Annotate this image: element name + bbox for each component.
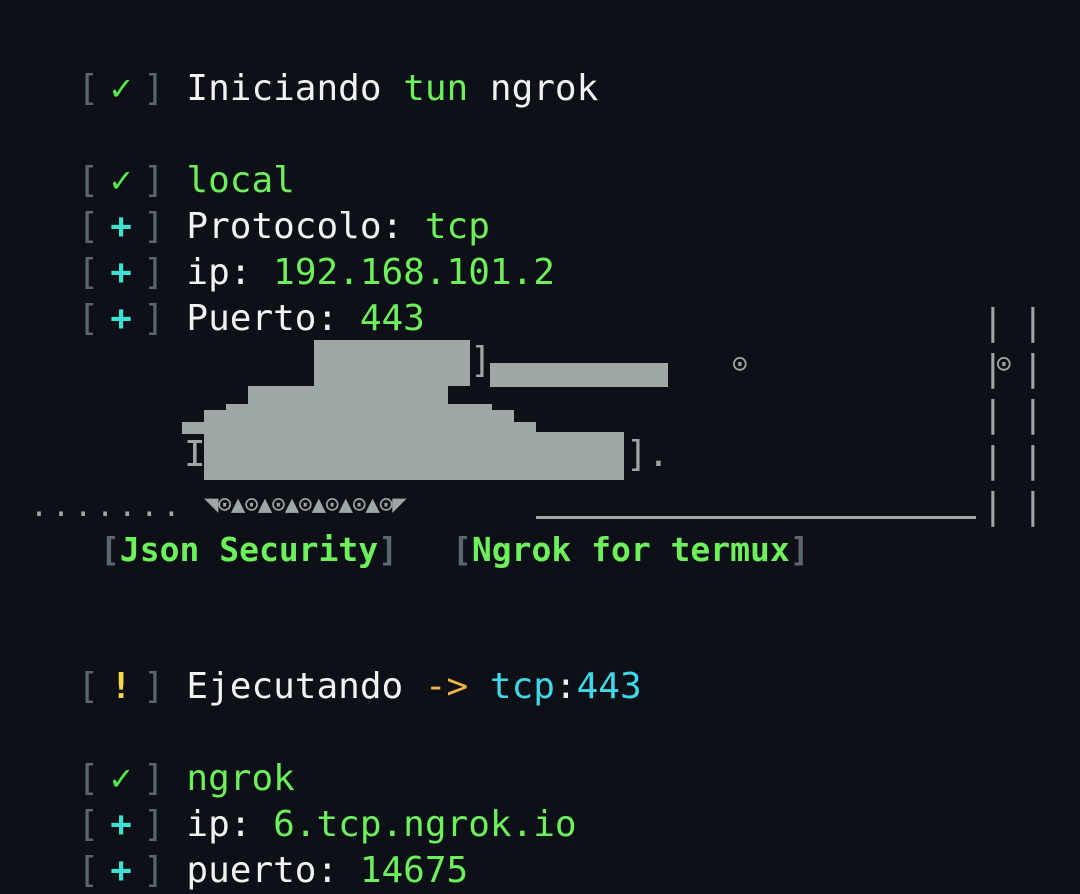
arrow-icon: -> (424, 666, 469, 707)
bracket-open: [ (77, 666, 100, 707)
running-protocol: tcp (489, 666, 555, 707)
port-value: 443 (359, 298, 425, 339)
banner-ngrok-termux: [Ngrok for termux] (452, 528, 810, 572)
bracket-open: [ (452, 530, 472, 569)
port-label: Puerto: (186, 298, 339, 339)
bracket-open: [ (77, 298, 100, 339)
tank-front: ]. (626, 434, 670, 475)
local-title-line: [✓] local (34, 112, 294, 201)
bracket-close: ] (143, 850, 165, 891)
start-value: tun (403, 68, 469, 109)
bracket-close: ] (143, 68, 165, 109)
running-separator: : (554, 666, 577, 707)
running-label: Ejecutando (186, 666, 404, 707)
ground-dots: ....... (30, 489, 185, 524)
bracket-open: [ (100, 530, 120, 569)
local-protocol-line: [+] Protocolo: tcp (34, 158, 490, 247)
banner-right-text: Ngrok for termux (471, 530, 790, 569)
tank-body (204, 432, 624, 480)
start-label: Iniciando (186, 68, 382, 109)
tank-barrel (490, 363, 668, 387)
tank-rear: I (184, 434, 206, 475)
tank-hull (204, 410, 514, 422)
plus-icon: + (110, 850, 132, 891)
local-ip-line: [+] ip: 192.168.101.2 (34, 204, 555, 293)
bracket-close: ] (789, 530, 810, 569)
bracket-open: [ (77, 850, 100, 891)
bracket-open: [ (77, 68, 100, 109)
ngrok-port-line: [+] puerto: 14675 (34, 802, 468, 891)
tank-hull (248, 386, 448, 404)
ngrok-port-label: puerto: (186, 850, 339, 891)
target-icon: ⊙ (732, 349, 748, 379)
ground-line (536, 516, 976, 519)
banner-left-text: Json Security (119, 530, 379, 569)
running-port: 443 (576, 666, 642, 707)
ngrok-ip-line: [+] ip: 6.tcp.ngrok.io (34, 756, 576, 845)
plus-icon: + (110, 298, 132, 339)
warning-icon: ! (110, 666, 132, 707)
running-line: [!] Ejecutando -> tcp:443 (34, 618, 641, 707)
start-tail: ngrok (489, 68, 599, 109)
banner-json-security: [Json Security] (100, 528, 398, 572)
ngrok-title-line: [✓] ngrok (34, 710, 294, 799)
pillar-right: | | | | | (1022, 302, 1044, 527)
bracket-close: ] (143, 666, 165, 707)
local-port-line: [+] Puerto: 443 (34, 250, 425, 339)
ngrok-port-value: 14675 (359, 850, 469, 891)
tank-turret (314, 340, 470, 386)
bracket-close: ] (378, 530, 399, 569)
bracket-close: ] (143, 298, 165, 339)
tank-tracks: ◥⊙▲⊙▲⊙▲⊙▲⊙▲⊙▲⊙◤ (204, 490, 407, 518)
pillar-left: | | | | | (982, 302, 1004, 527)
start-line: [✓] Iniciando tun ngrok (34, 20, 598, 109)
check-icon: ✓ (110, 68, 132, 109)
tank-bracket: ] (470, 340, 492, 381)
